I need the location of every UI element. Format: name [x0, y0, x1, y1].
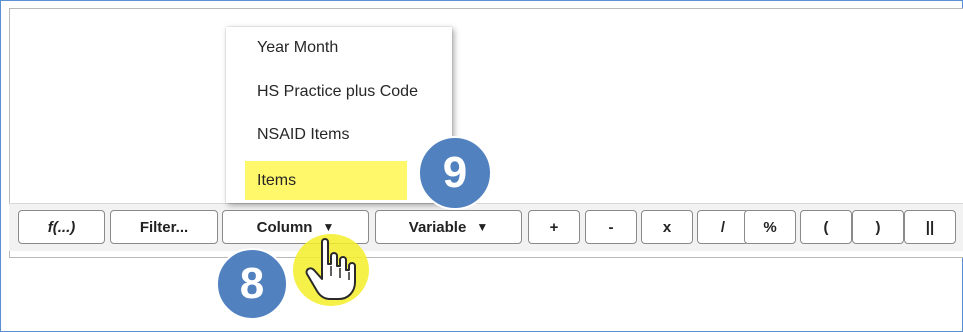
column-button-label: Column — [256, 218, 313, 236]
open-paren-button[interactable]: ( — [800, 210, 852, 244]
multiply-operator-button[interactable]: x — [641, 210, 693, 244]
close-paren-label: ) — [875, 218, 881, 236]
plus-operator-button[interactable]: + — [528, 210, 580, 244]
step-number-8: 8 — [239, 259, 265, 308]
percent-label: % — [763, 218, 777, 236]
close-paren-button[interactable]: ) — [852, 210, 904, 244]
filter-button[interactable]: Filter... — [110, 210, 218, 244]
open-paren-label: ( — [823, 218, 829, 236]
chevron-down-icon: ▼ — [476, 220, 489, 234]
concat-label: || — [925, 218, 935, 236]
percent-operator-button[interactable]: % — [744, 210, 796, 244]
divide-label: / — [720, 218, 726, 236]
expression-toolbar: f(...) Filter... Column ▼ Variable ▼ + -… — [9, 203, 963, 251]
variable-dropdown-button[interactable]: Variable ▼ — [375, 210, 522, 244]
plus-label: + — [549, 218, 559, 236]
menu-item-items[interactable]: Items — [245, 161, 407, 200]
variable-button-label: Variable — [408, 218, 467, 236]
filter-button-label: Filter... — [139, 218, 189, 236]
minus-label: - — [608, 218, 614, 236]
chevron-down-icon: ▼ — [322, 220, 335, 234]
concat-operator-button[interactable]: || — [904, 210, 956, 244]
hand-pointer-icon — [305, 238, 356, 300]
step-number-9: 9 — [442, 148, 468, 197]
divide-operator-button[interactable]: / — [697, 210, 749, 244]
function-button-label: f(...) — [47, 218, 76, 236]
multiply-label: x — [662, 218, 672, 236]
function-button[interactable]: f(...) — [18, 210, 105, 244]
minus-operator-button[interactable]: - — [585, 210, 637, 244]
menu-item-hs-practice-plus-code[interactable]: HS Practice plus Code — [257, 83, 418, 101]
menu-item-nsaid-items[interactable]: NSAID Items — [257, 126, 349, 144]
menu-item-year-month[interactable]: Year Month — [257, 39, 338, 57]
step-badge-8: 8 — [216, 248, 288, 320]
step-badge-9: 9 — [418, 136, 492, 210]
